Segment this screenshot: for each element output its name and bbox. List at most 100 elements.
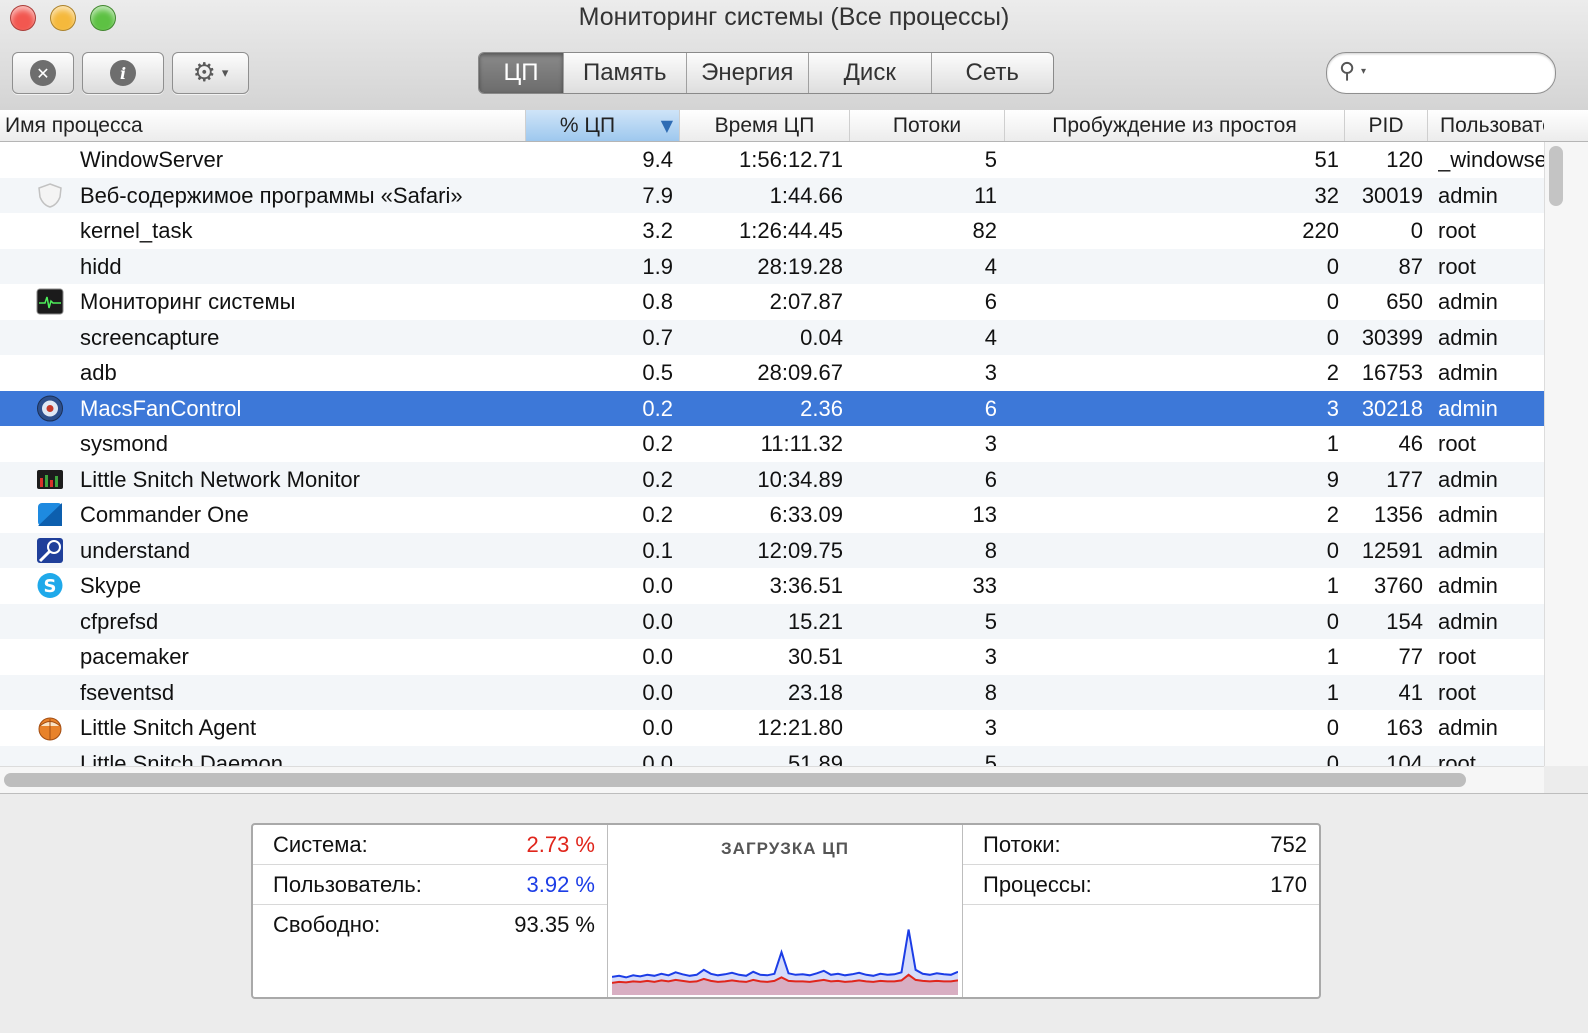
- cell-name: Commander One: [80, 502, 249, 527]
- cell-pid: 650: [1386, 289, 1423, 314]
- column-header-idle-wakeups[interactable]: Пробуждение из простоя: [1005, 110, 1345, 141]
- cell-user: root: [1438, 431, 1476, 456]
- cell-cpu: 7.9: [642, 182, 673, 208]
- table-row[interactable]: WindowServer 9.4 1:56:12.71 5 51 120 _windowse…: [0, 142, 1544, 178]
- table-row[interactable]: Мониторинг системы 0.8 2:07.87 6 0 650 admin: [0, 284, 1544, 320]
- search-input[interactable]: [1379, 59, 1543, 87]
- vertical-scroll-thumb[interactable]: [1549, 146, 1563, 206]
- vertical-scrollbar[interactable]: [1544, 142, 1588, 766]
- cell-time: 15.21: [787, 608, 843, 634]
- table-row[interactable]: cfprefsd 0.0 15.21 5 0 154 admin: [0, 603, 1544, 639]
- cell-cpu: 9.4: [642, 147, 673, 172]
- inspect-process-button[interactable]: i: [82, 52, 164, 94]
- table-row[interactable]: Little Snitch Daemon 0.0 51.89 5 0 104 root: [0, 745, 1544, 767]
- cell-wakeups: 32: [1314, 182, 1339, 208]
- gear-icon: ⚙: [192, 58, 216, 88]
- cell-threads: 6: [984, 289, 997, 314]
- cell-wakeups: 0: [1326, 750, 1339, 767]
- table-row[interactable]: hidd 1.9 28:19.28 4 0 87 root: [0, 248, 1544, 284]
- cell-user: _windowserver: [1438, 147, 1544, 172]
- cell-time: 28:09.67: [757, 360, 843, 385]
- tab-network[interactable]: Сеть: [932, 53, 1054, 93]
- table-row[interactable]: Little Snitch Network Monitor 0.2 10:34.89…: [0, 461, 1544, 497]
- cell-user: root: [1438, 644, 1476, 669]
- table-row[interactable]: fseventsd 0.0 23.18 8 1 41 root: [0, 674, 1544, 710]
- process-count-stats: Потоки: 752 Процессы: 170: [963, 825, 1319, 997]
- cell-cpu: 0.8: [642, 289, 673, 314]
- cell-user: admin: [1438, 360, 1498, 385]
- cell-pid: 3760: [1374, 573, 1423, 598]
- table-row[interactable]: S Skype 0.0 3:36.51 33 1 3760 admin: [0, 568, 1544, 604]
- cpu-load-chart-title: ЗАГРУЗКА ЦП: [721, 839, 849, 858]
- cell-wakeups: 0: [1326, 289, 1339, 314]
- tab-cpu[interactable]: ЦП: [479, 53, 564, 93]
- cell-user: root: [1438, 750, 1476, 767]
- column-header-cpu[interactable]: % ЦП ▼: [526, 110, 680, 141]
- table-row[interactable]: sysmond 0.2 11:11.32 3 1 46 root: [0, 426, 1544, 462]
- table-row[interactable]: understand 0.1 12:09.75 8 0 12591 admin: [0, 532, 1544, 568]
- cell-name: fseventsd: [80, 679, 175, 705]
- cell-threads: 6: [984, 466, 997, 492]
- cell-time: 51.89: [787, 750, 843, 767]
- cell-name: cfprefsd: [80, 608, 159, 634]
- cell-name: Skype: [80, 573, 142, 598]
- stat-system: Система: 2.73 %: [253, 825, 607, 865]
- cell-cpu: 0.0: [642, 750, 673, 767]
- cell-pid: 41: [1398, 679, 1423, 705]
- cell-pid: 87: [1398, 253, 1423, 279]
- process-understand-icon: [36, 537, 64, 564]
- cell-wakeups: 1: [1326, 573, 1339, 598]
- cell-wakeups: 0: [1326, 253, 1339, 279]
- process-skype-icon: S: [36, 572, 64, 599]
- table-row[interactable]: kernel_task 3.2 1:26:44.45 82 220 0 root: [0, 213, 1544, 249]
- horizontal-scrollbar[interactable]: [0, 766, 1544, 793]
- column-header-user[interactable]: Пользователь: [1428, 110, 1544, 141]
- cell-user: admin: [1438, 537, 1498, 563]
- tab-disk[interactable]: Диск: [809, 53, 932, 93]
- table-row[interactable]: adb 0.5 28:09.67 3 2 16753 admin: [0, 355, 1544, 391]
- table-row[interactable]: screencapture 0.7 0.04 4 0 30399 admin: [0, 319, 1544, 355]
- cell-user: root: [1438, 218, 1476, 243]
- cell-pid: 12591: [1361, 537, 1423, 563]
- actions-menu-button[interactable]: ⚙ ▾: [172, 52, 249, 94]
- cpu-load-graph: [612, 929, 958, 995]
- table-row[interactable]: pacemaker 0.0 30.51 3 1 77 root: [0, 639, 1544, 675]
- window-title: Мониторинг системы (Все процессы): [578, 3, 1010, 31]
- column-header-pid[interactable]: PID: [1345, 110, 1428, 141]
- cell-wakeups: 51: [1314, 147, 1339, 172]
- cell-user: root: [1438, 253, 1476, 279]
- table-row[interactable]: Commander One 0.2 6:33.09 13 2 1356 admin: [0, 497, 1544, 533]
- cell-name: screencapture: [80, 324, 220, 350]
- table-row[interactable]: MacsFanControl 0.2 2.36 6 3 30218 admin: [0, 390, 1544, 426]
- cell-threads: 5: [984, 608, 997, 634]
- tab-energy[interactable]: Энергия: [687, 53, 809, 93]
- cell-name: understand: [80, 537, 191, 563]
- cell-time: 12:09.75: [757, 537, 843, 563]
- stat-idle-label: Свободно:: [273, 911, 381, 937]
- cell-cpu: 0.2: [642, 502, 673, 527]
- tab-memory[interactable]: Память: [564, 53, 687, 93]
- quit-process-button[interactable]: ✕: [12, 52, 74, 94]
- process-snitch-agent-icon: [36, 714, 64, 741]
- sort-descending-icon: ▼: [660, 116, 673, 135]
- cell-name: Веб-содержимое программы «Safari»: [80, 182, 463, 208]
- horizontal-scroll-thumb[interactable]: [4, 773, 1466, 787]
- cell-time: 1:26:44.45: [739, 218, 843, 243]
- column-header-cpu-time[interactable]: Время ЦП: [680, 110, 850, 141]
- cell-threads: 5: [984, 750, 997, 767]
- table-row[interactable]: Веб-содержимое программы «Safari» 7.9 1:44…: [0, 177, 1544, 213]
- search-options-chevron-icon[interactable]: ▾: [1361, 66, 1366, 77]
- cell-cpu: 0.0: [642, 715, 673, 740]
- title-bar: Мониторинг системы (Все процессы) ✕ i ⚙ …: [0, 0, 1588, 111]
- search-field[interactable]: ⚲ ▾: [1326, 52, 1556, 94]
- cell-threads: 5: [984, 147, 997, 172]
- column-header-threads[interactable]: Потоки: [850, 110, 1005, 141]
- column-header-name[interactable]: Имя процесса: [0, 110, 526, 141]
- cell-time: 28:19.28: [757, 253, 843, 279]
- cell-user: admin: [1438, 715, 1498, 740]
- table-row[interactable]: Little Snitch Agent 0.0 12:21.80 3 0 163 admin: [0, 710, 1544, 746]
- stop-icon: ✕: [30, 60, 56, 86]
- cell-pid: 163: [1386, 715, 1423, 740]
- cell-threads: 3: [984, 644, 997, 669]
- cell-threads: 3: [984, 431, 997, 456]
